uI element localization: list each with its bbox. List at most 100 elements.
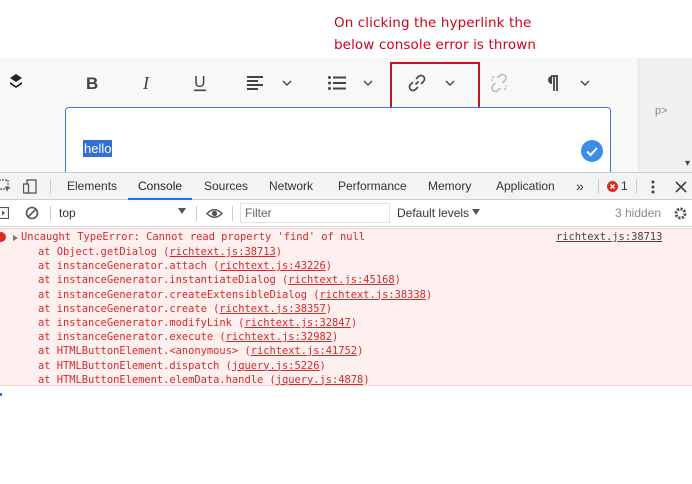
stack-frame-close-paren: ): [357, 345, 364, 358]
devtools-tab-bar: Elements Console Sources Network Perform…: [0, 172, 692, 200]
align-icon[interactable]: [245, 70, 265, 96]
filter-input[interactable]: [240, 203, 390, 223]
stack-frame-close-paren: ): [425, 288, 433, 301]
error-icon: [0, 232, 6, 242]
context-select[interactable]: top: [59, 200, 76, 226]
inspect-element-icon[interactable]: [0, 179, 12, 193]
stack-frame-close-paren: ): [325, 302, 333, 315]
stack-frame: at instanceGenerator.attach (richtext.js…: [38, 259, 432, 273]
console-toolbar: top Default levels 3 hidden: [0, 200, 692, 227]
log-levels-select[interactable]: Default levels: [397, 200, 469, 226]
tab-performance[interactable]: Performance: [338, 173, 407, 200]
stack-frame-function: at instanceGenerator.createExtensibleDia…: [38, 288, 320, 301]
stack-frame: at instanceGenerator.execute (richtext.j…: [38, 330, 432, 344]
paragraph-dropdown-chevron-icon[interactable]: [578, 70, 592, 96]
expand-triangle-icon[interactable]: [13, 235, 18, 241]
tab-console[interactable]: Console: [128, 173, 193, 200]
italic-icon[interactable]: I: [138, 70, 156, 96]
stack-frame-function: at HTMLButtonElement.elemData.handle (: [38, 373, 276, 386]
console-prompt-cursor[interactable]: [0, 393, 2, 396]
stack-frame-function: at instanceGenerator.attach (: [38, 260, 220, 273]
annotation-line-1: On clicking the hyperlink the: [334, 15, 532, 31]
divider: [598, 179, 599, 194]
right-side-panel: p> ▾: [638, 58, 692, 172]
stack-frame-function: at instanceGenerator.create (: [38, 302, 220, 315]
stack-frame-source-link[interactable]: jquery.js:5226: [232, 360, 320, 372]
stack-frame-source-link[interactable]: richtext.js:32847: [244, 317, 350, 329]
annotation-note: On clicking the hyperlink the below cons…: [334, 12, 574, 56]
stack-frame-source-link[interactable]: richtext.js:38338: [320, 289, 426, 301]
stack-frame-source-link[interactable]: richtext.js:45168: [288, 274, 394, 286]
list-icon[interactable]: [326, 70, 348, 96]
annotation-line-2: below console error is thrown: [334, 37, 537, 53]
clear-console-icon[interactable]: [25, 206, 39, 220]
check-icon: [581, 140, 603, 162]
stack-frame: at HTMLButtonElement.<anonymous> (richte…: [38, 344, 432, 358]
stack-frame-close-paren: ): [275, 246, 282, 258]
stack-frame: at HTMLButtonElement.elemData.handle (jq…: [38, 373, 432, 387]
stack-frame-source-link[interactable]: richtext.js:38713: [169, 246, 275, 258]
stack-frame-close-paren: ): [394, 274, 401, 287]
error-source-link[interactable]: richtext.js:38713: [556, 231, 662, 243]
rich-text-editor: B I U hello p> ▾: [0, 58, 692, 177]
tab-sources[interactable]: Sources: [204, 173, 248, 200]
editor-toolbar: B I U: [64, 58, 624, 108]
stack-frame: at Object.getDialog (richtext.js:38713): [38, 245, 432, 259]
caret-down-icon: ▾: [685, 158, 691, 169]
unlink-icon[interactable]: [487, 70, 511, 96]
stack-frame-source-link[interactable]: jquery.js:4878: [276, 374, 364, 386]
stack-frame-close-paren: ): [350, 316, 358, 329]
stack-frame-source-link[interactable]: richtext.js:43226: [219, 260, 325, 272]
close-icon[interactable]: [675, 181, 687, 193]
divider: [196, 206, 197, 221]
stack-frame-source-link[interactable]: richtext.js:41752: [251, 345, 357, 357]
stack-frame-function: at instanceGenerator.instantiateDialog (: [38, 274, 289, 287]
divider: [50, 206, 51, 221]
stack-frame-function: at instanceGenerator.modifyLink (: [38, 316, 245, 329]
right-panel-label: p>: [655, 105, 668, 117]
device-toolbar-icon[interactable]: [23, 179, 37, 194]
stack-frame-function: at HTMLButtonElement.<anonymous> (: [38, 345, 251, 358]
gear-icon[interactable]: [673, 206, 688, 221]
svg-text:I: I: [142, 75, 150, 91]
context-dropdown-icon[interactable]: [178, 208, 186, 214]
stack-trace: at Object.getDialog (richtext.js:38713) a…: [38, 245, 432, 387]
hidden-messages-count: 3 hidden: [615, 206, 662, 220]
divider: [232, 206, 233, 221]
underline-icon[interactable]: U: [191, 70, 209, 96]
stack-frame-close-paren: ): [332, 331, 339, 344]
levels-dropdown-icon[interactable]: [472, 209, 480, 215]
sidebar-toggle-icon[interactable]: [0, 207, 9, 219]
error-count[interactable]: 1: [621, 173, 628, 200]
stack-frame-source-link[interactable]: richtext.js:32982: [226, 331, 332, 343]
more-tabs-icon[interactable]: »: [576, 173, 584, 200]
stack-frame-function: at instanceGenerator.execute (: [38, 331, 226, 344]
divider: [636, 179, 637, 194]
tab-network[interactable]: Network: [269, 173, 313, 200]
console-error-message: Uncaught TypeError: Cannot read property…: [0, 228, 692, 386]
paragraph-icon[interactable]: [542, 70, 562, 96]
tab-application[interactable]: Application: [496, 173, 555, 200]
bold-icon[interactable]: B: [82, 70, 102, 96]
stack-frame: at instanceGenerator.modifyLink (richtex…: [38, 316, 432, 330]
stack-frame-close-paren: ): [319, 359, 326, 372]
editor-content-area[interactable]: hello: [65, 107, 611, 177]
stack-frame-function: at HTMLButtonElement.dispatch (: [38, 359, 232, 372]
stack-frame-close-paren: ): [363, 373, 370, 386]
stack-frame-function: at Object.getDialog (: [38, 246, 170, 258]
stack-frame: at HTMLButtonElement.dispatch (jquery.js…: [38, 359, 432, 373]
eye-icon[interactable]: [206, 208, 223, 219]
svg-text:B: B: [86, 75, 98, 91]
stack-frame: at instanceGenerator.instantiateDialog (…: [38, 273, 432, 287]
list-dropdown-chevron-icon[interactable]: [361, 70, 375, 96]
tab-memory[interactable]: Memory: [428, 173, 471, 200]
align-dropdown-chevron-icon[interactable]: [280, 70, 294, 96]
selected-text: hello: [83, 140, 113, 157]
tab-elements[interactable]: Elements: [67, 173, 117, 200]
stack-frame: at instanceGenerator.createExtensibleDia…: [38, 288, 432, 302]
svg-text:U: U: [194, 74, 206, 91]
stack-frame-source-link[interactable]: richtext.js:38357: [219, 303, 325, 315]
kebab-menu-icon[interactable]: [651, 180, 655, 194]
error-badge-icon[interactable]: [607, 181, 618, 192]
stack-frame-close-paren: ): [325, 260, 333, 273]
